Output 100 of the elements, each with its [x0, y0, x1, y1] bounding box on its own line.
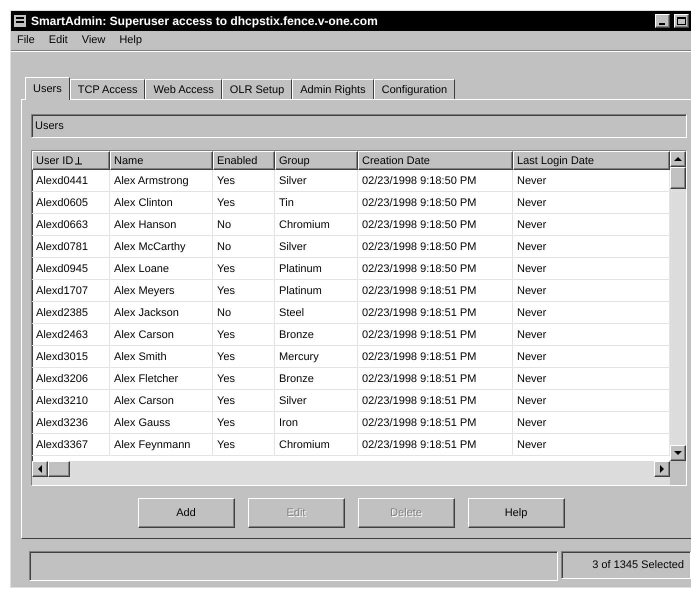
- table-cell: Alex Carson: [110, 390, 213, 412]
- scroll-up-button[interactable]: [670, 151, 686, 167]
- scroll-right-button[interactable]: [654, 461, 670, 477]
- minimize-button[interactable]: [655, 14, 670, 28]
- tab[interactable]: TCP Access: [70, 79, 146, 99]
- menu-item[interactable]: Help: [119, 34, 142, 46]
- table-cell: Yes: [213, 324, 275, 346]
- table-cell: Alexd3206: [32, 368, 110, 390]
- table-cell: 02/23/1998 9:18:51 PM: [358, 412, 513, 434]
- table-cell: Yes: [213, 368, 275, 390]
- table-cell: Yes: [213, 346, 275, 368]
- table-cell: 02/23/1998 9:18:50 PM: [358, 258, 513, 280]
- tab[interactable]: Web Access: [145, 79, 222, 99]
- table-cell: Alexd1707: [32, 280, 110, 302]
- column-header[interactable]: Last Login Date: [513, 151, 670, 170]
- table-cell: Alex Hanson: [110, 214, 213, 236]
- table-cell: Silver: [275, 390, 358, 412]
- table-cell: Platinum: [275, 280, 358, 302]
- table-cell: Alex Loane: [110, 258, 213, 280]
- table-cell: Tin: [275, 192, 358, 214]
- column-header-label: User ID: [36, 154, 74, 166]
- table-cell: 02/23/1998 9:18:51 PM: [358, 368, 513, 390]
- scroll-thumb[interactable]: [48, 461, 70, 477]
- table-cell: No: [213, 302, 275, 324]
- menu-item[interactable]: View: [82, 34, 106, 46]
- table-cell: 02/23/1998 9:18:51 PM: [358, 390, 513, 412]
- tab[interactable]: Admin Rights: [292, 79, 374, 99]
- table-cell: Alex Meyers: [110, 280, 213, 302]
- table-cell: Iron: [275, 412, 358, 434]
- table-cell: Alex Armstrong: [110, 170, 213, 192]
- section-label: Users: [31, 114, 687, 138]
- vertical-scrollbar[interactable]: [670, 151, 686, 461]
- action-button[interactable]: Help: [468, 498, 564, 528]
- table-cell: Alex Clinton: [110, 192, 213, 214]
- table-cell: Alex McCarthy: [110, 236, 213, 258]
- table-cell: Alexd0605: [32, 192, 110, 214]
- table-cell: Alexd2463: [32, 324, 110, 346]
- table-cell: Silver: [275, 170, 358, 192]
- table-cell: 02/23/1998 9:18:51 PM: [358, 346, 513, 368]
- tab[interactable]: OLR Setup: [222, 79, 292, 99]
- table-cell: 02/23/1998 9:18:51 PM: [358, 302, 513, 324]
- table-cell: Alexd2385: [32, 302, 110, 324]
- column-header[interactable]: Enabled: [213, 151, 275, 170]
- table-cell: Alex Carson: [110, 324, 213, 346]
- table-cell: Alex Fletcher: [110, 368, 213, 390]
- column-header[interactable]: Group: [275, 151, 358, 170]
- table-cell: 02/23/1998 9:18:50 PM: [358, 170, 513, 192]
- table-cell: 02/23/1998 9:18:51 PM: [358, 280, 513, 302]
- table-cell: Yes: [213, 280, 275, 302]
- table-cell: No: [213, 236, 275, 258]
- table-cell: 02/23/1998 9:18:51 PM: [358, 324, 513, 346]
- table-cell: Alex Feynmann: [110, 434, 213, 456]
- tab[interactable]: Configuration: [374, 79, 456, 99]
- column-header[interactable]: User ID: [32, 151, 110, 170]
- sort-icon: [75, 156, 82, 164]
- table-cell: Mercury: [275, 346, 358, 368]
- scroll-down-button[interactable]: [670, 445, 686, 461]
- selection-count: 3 of 1345 Selected: [561, 551, 691, 579]
- table-cell: Alexd0945: [32, 258, 110, 280]
- table-cell: Alexd0663: [32, 214, 110, 236]
- table-cell: 02/23/1998 9:18:50 PM: [358, 236, 513, 258]
- table-cell: Yes: [213, 390, 275, 412]
- table-cell: Alexd3367: [32, 434, 110, 456]
- column-header[interactable]: Creation Date: [358, 151, 513, 170]
- table-cell: Chromium: [275, 214, 358, 236]
- maximize-icon: [677, 17, 686, 25]
- table-cell: Yes: [213, 192, 275, 214]
- table-cell: Yes: [213, 258, 275, 280]
- table-cell: Platinum: [275, 258, 358, 280]
- scrollbar-corner: [670, 461, 686, 485]
- scroll-thumb[interactable]: [670, 167, 686, 189]
- arrow-right-icon: [659, 465, 665, 473]
- horizontal-scrollbar[interactable]: [32, 461, 670, 485]
- table-cell: Alexd3236: [32, 412, 110, 434]
- table-cell: Yes: [213, 434, 275, 456]
- column-header[interactable]: Name: [110, 151, 213, 170]
- arrow-down-icon: [674, 450, 682, 456]
- table-cell: Alex Gauss: [110, 412, 213, 434]
- table-cell: 02/23/1998 9:18:51 PM: [358, 434, 513, 456]
- scroll-left-button[interactable]: [32, 461, 48, 477]
- action-button[interactable]: Add: [138, 498, 234, 528]
- window-title: SmartAdmin: Superuser access to dhcpstix.fence.v-one.com: [31, 14, 379, 28]
- table-cell: Alexd3015: [32, 346, 110, 368]
- arrow-left-icon: [37, 465, 43, 473]
- maximize-button[interactable]: [674, 14, 689, 28]
- tab[interactable]: Users: [25, 77, 70, 100]
- table-cell: Steel: [275, 302, 358, 324]
- table-cell: Alexd3210: [32, 390, 110, 412]
- table-cell: Alex Jackson: [110, 302, 213, 324]
- menu-item[interactable]: File: [17, 34, 35, 46]
- table-cell: No: [213, 214, 275, 236]
- table-cell: Bronze: [275, 368, 358, 390]
- table-cell: Alexd0441: [32, 170, 110, 192]
- arrow-up-icon: [674, 156, 682, 162]
- table-cell: Yes: [213, 412, 275, 434]
- table-cell: Bronze: [275, 324, 358, 346]
- table-cell: Alex Smith: [110, 346, 213, 368]
- table-cell: 02/23/1998 9:18:50 PM: [358, 214, 513, 236]
- menu-item[interactable]: Edit: [48, 34, 68, 46]
- table-cell: Alexd0781: [32, 236, 110, 258]
